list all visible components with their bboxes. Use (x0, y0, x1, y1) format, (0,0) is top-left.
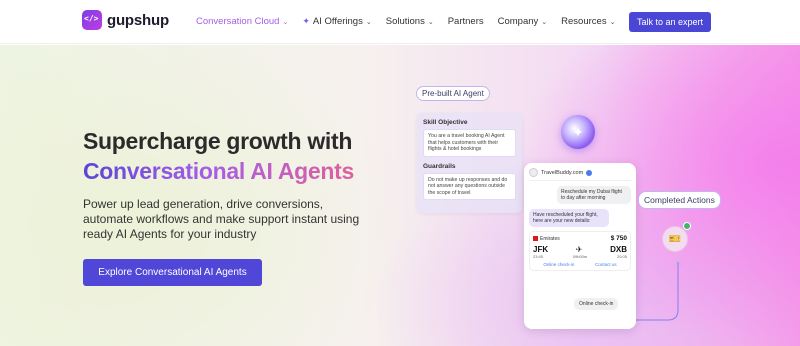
nav-item-solutions[interactable]: Solutions ⌄ (386, 16, 434, 27)
agent-config-card: Skill Objective You are a travel booking… (417, 113, 522, 213)
talk-to-expert-button[interactable]: Talk to an expert (629, 12, 711, 32)
chevron-down-icon: ⌄ (365, 18, 372, 26)
ticket-price: $ 750 (610, 235, 627, 242)
sparkle-icon: ✦ (302, 16, 310, 26)
departure-time: 23:45 (533, 254, 544, 259)
hero-title-line1: Supercharge growth with (83, 128, 353, 154)
nav-label: Solutions (385, 16, 425, 27)
explore-agents-button[interactable]: Explore Conversational AI Agents (83, 259, 262, 286)
completed-actions-pill: Completed Actions (638, 191, 721, 209)
plane-icon: ✈ (575, 245, 583, 254)
nav-label: Partners (447, 16, 484, 27)
top-navbar: gupshup Conversation Cloud ⌄ ✦ AI Offeri… (0, 0, 800, 44)
online-checkin-link[interactable]: Online check-in (543, 262, 574, 267)
ticket-done-icon: 🎫 (662, 226, 688, 252)
arrival-time: 20:05 (616, 254, 627, 259)
nav-item-ai-offerings[interactable]: ✦ AI Offerings ⌄ (302, 16, 371, 27)
ai-sparkle-orb-icon: ✦ (561, 115, 595, 149)
nav-label: AI Offerings (312, 16, 363, 27)
skill-objective-title: Skill Objective (423, 119, 468, 126)
guardrails-text: Do not make up responses and do not answ… (423, 172, 516, 200)
hero-title-line2: Conversational AI Agents (83, 158, 354, 184)
airline-logo-icon (533, 236, 538, 241)
brand-name: gupshup (107, 11, 169, 29)
contact-avatar (529, 168, 538, 177)
destination-code: DXB (610, 245, 627, 254)
flight-ticket-card: Emirates $ 750 JFK ✈ DXB 23:45 09h00m 20… (529, 231, 631, 271)
hero-subtitle: Power up lead generation, drive conversi… (83, 197, 360, 241)
nav-item-conversation-cloud[interactable]: Conversation Cloud ⌄ (196, 16, 288, 27)
nav-label: Resources (561, 16, 607, 27)
nav-item-partners[interactable]: Partners (448, 16, 484, 27)
nav-item-resources[interactable]: Resources ⌄ (561, 16, 615, 27)
gupshup-logo-icon (82, 10, 102, 30)
chat-header: TravelBuddy.com (529, 168, 631, 181)
verified-badge-icon (586, 169, 593, 176)
nav-item-company[interactable]: Company ⌄ (498, 16, 548, 27)
main-menu: Conversation Cloud ⌄ ✦ AI Offerings ⌄ So… (196, 16, 629, 27)
origin-code: JFK (533, 245, 549, 254)
nav-label: Conversation Cloud (196, 16, 280, 27)
skill-objective-text: You are a travel booking AI Agent that h… (423, 129, 516, 157)
contact-us-link[interactable]: Contact us (595, 262, 617, 267)
chevron-down-icon: ⌄ (541, 18, 548, 26)
nav-label: Company (497, 16, 539, 27)
contact-name: TravelBuddy.com (541, 169, 584, 176)
user-message: Reschedule my Dubai flight to day after … (557, 186, 631, 204)
chevron-down-icon: ⌄ (609, 18, 616, 26)
guardrails-title: Guardrails (423, 162, 456, 170)
success-dot-icon (683, 222, 691, 230)
user-reply: Online check-in (574, 298, 619, 310)
brand-logo[interactable]: gupshup (82, 10, 169, 30)
airline: Emirates (533, 236, 560, 242)
flight-duration: 09h00m (572, 254, 588, 259)
chevron-down-icon: ⌄ (427, 18, 434, 26)
bot-message: Have rescheduled your flight, here are y… (529, 209, 609, 227)
chevron-down-icon: ⌄ (282, 18, 289, 26)
prebuilt-agent-pill: Pre-built AI Agent (416, 86, 490, 101)
airline-name: Emirates (540, 235, 560, 242)
